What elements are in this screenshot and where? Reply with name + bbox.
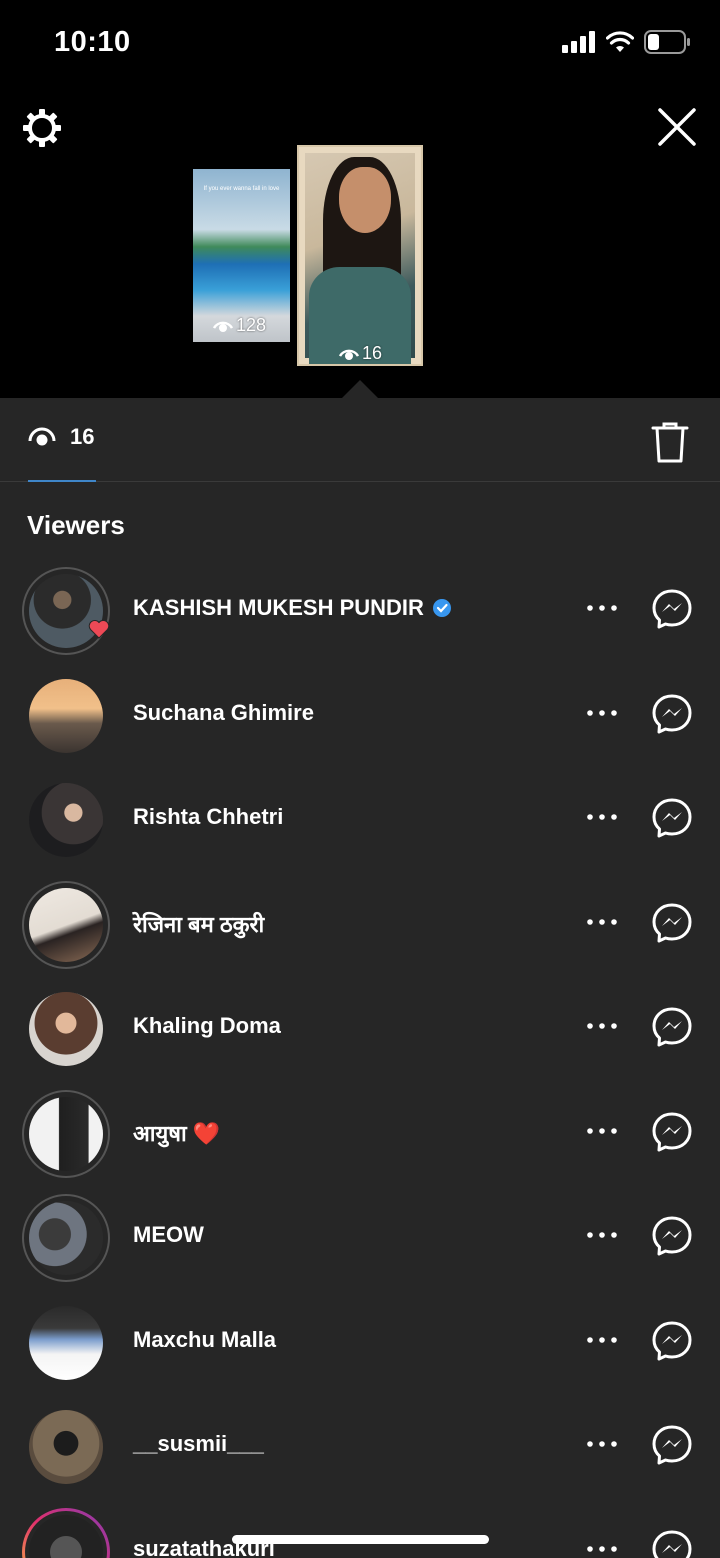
status-time: 10:10 [54, 26, 131, 58]
trash-icon[interactable] [650, 420, 690, 464]
messenger-icon[interactable] [651, 693, 693, 735]
viewer-name[interactable]: Suchana Ghimire [133, 700, 314, 726]
sheet-tab-row: 16 [0, 398, 720, 482]
messenger-icon[interactable] [651, 588, 693, 630]
viewer-name-text: __susmii___ [133, 1431, 264, 1456]
avatar[interactable] [22, 1089, 110, 1178]
viewer-name-text: Rishta Chhetri [133, 804, 284, 829]
more-options-icon[interactable] [586, 1121, 618, 1141]
avatar-image [29, 1096, 103, 1171]
messenger-icon[interactable] [651, 1111, 693, 1153]
avatar-image [29, 1305, 103, 1380]
avatar[interactable] [22, 1299, 110, 1387]
more-options-icon[interactable] [586, 1330, 618, 1350]
viewer-name-text: Khaling Doma [133, 1013, 281, 1038]
battery-icon [644, 30, 690, 54]
avatar-image [29, 678, 103, 753]
messenger-icon[interactable] [651, 1529, 693, 1558]
home-indicator[interactable] [232, 1535, 489, 1544]
viewers-sheet: 16 Viewers KASHISH MUKESH PUNDIR Suchana… [0, 398, 720, 1558]
avatar[interactable] [22, 1194, 110, 1282]
viewer-row[interactable]: Maxchu Malla [0, 1290, 720, 1395]
more-options-icon[interactable] [586, 912, 618, 932]
story-thumbnail-2-selected[interactable]: 16 [297, 145, 423, 366]
story-views-counter: 16 [339, 343, 382, 364]
avatar-image [29, 1514, 103, 1558]
eye-icon [339, 349, 359, 360]
viewer-row[interactable]: suzatathakuri [0, 1499, 720, 1558]
more-options-icon[interactable] [586, 703, 618, 723]
more-options-icon[interactable] [586, 1434, 618, 1454]
story-image-face [339, 167, 391, 233]
avatar[interactable] [22, 985, 110, 1073]
story-header: If you ever wanna fall in love 128 16 [0, 90, 720, 400]
more-options-icon[interactable] [586, 1016, 618, 1036]
viewer-name[interactable]: रेजिना बम ठकुरी [133, 909, 264, 939]
story-views-counter: 128 [213, 315, 266, 336]
more-options-icon[interactable] [586, 1539, 618, 1558]
selected-story-pointer [342, 380, 378, 398]
messenger-icon[interactable] [651, 1320, 693, 1362]
viewer-row[interactable]: MEOW [0, 1185, 720, 1290]
cellular-signal-icon [562, 31, 595, 53]
like-heart-icon [88, 620, 110, 639]
avatar[interactable] [22, 880, 110, 969]
messenger-icon[interactable] [651, 1215, 693, 1257]
story-views-count: 16 [362, 343, 383, 363]
more-options-icon[interactable] [586, 1225, 618, 1245]
viewer-row[interactable]: Khaling Doma [0, 976, 720, 1081]
avatar-image [29, 887, 103, 962]
eye-icon [28, 427, 56, 446]
tab-viewers[interactable]: 16 [28, 424, 94, 450]
avatar[interactable] [22, 567, 110, 655]
viewer-row[interactable]: Rishta Chhetri [0, 767, 720, 872]
viewer-name-text: Maxchu Malla [133, 1326, 277, 1352]
avatar[interactable] [22, 1403, 110, 1491]
close-icon[interactable] [656, 106, 698, 148]
messenger-icon[interactable] [651, 1424, 693, 1466]
viewer-row[interactable]: Suchana Ghimire [0, 663, 720, 768]
viewer-name-text: MEOW [133, 1222, 204, 1247]
viewer-name-text: Suchana Ghimire [133, 699, 314, 725]
viewer-row[interactable]: रेजिना बम ठकुरी [0, 872, 720, 977]
avatar-image [29, 1201, 103, 1275]
viewer-list: KASHISH MUKESH PUNDIR Suchana Ghimire Ri… [0, 558, 720, 1558]
viewer-name[interactable]: Khaling Doma [133, 1013, 281, 1039]
avatar[interactable] [22, 672, 110, 760]
story-views-count: 128 [236, 315, 267, 335]
messenger-icon[interactable] [651, 797, 693, 839]
avatar-image [29, 992, 103, 1066]
viewer-name[interactable]: KASHISH MUKESH PUNDIR [133, 595, 452, 621]
viewer-row[interactable]: KASHISH MUKESH PUNDIR [0, 558, 720, 663]
viewer-name[interactable]: Maxchu Malla [133, 1327, 276, 1353]
status-bar: 10:10 [0, 0, 720, 90]
status-icons [562, 30, 690, 54]
story-thumbnail-caption: If you ever wanna fall in love [203, 186, 280, 192]
viewers-section-title: Viewers [27, 510, 125, 540]
viewer-row[interactable]: __susmii___ [0, 1394, 720, 1499]
avatar-image [29, 1410, 103, 1484]
messenger-icon[interactable] [651, 902, 693, 944]
avatar-image [29, 783, 103, 857]
viewer-name[interactable]: Rishta Chhetri [133, 804, 283, 830]
more-options-icon[interactable] [586, 598, 618, 618]
viewer-name[interactable]: MEOW [133, 1222, 204, 1248]
viewer-name-text: KASHISH MUKESH PUNDIR [133, 595, 424, 620]
messenger-icon[interactable] [651, 1006, 693, 1048]
viewer-row[interactable]: आयुषा ❤️ [0, 1081, 720, 1186]
viewer-name-text: आयुषा ❤️ [133, 1120, 221, 1146]
avatar[interactable] [22, 1508, 110, 1558]
wifi-icon [606, 31, 634, 52]
tab-viewers-count: 16 [70, 424, 95, 449]
story-thumbnail-1[interactable]: If you ever wanna fall in love 128 [193, 169, 290, 342]
settings-gear-icon[interactable] [20, 106, 64, 150]
viewer-name[interactable]: आयुषा ❤️ [133, 1118, 220, 1148]
eye-icon [213, 321, 233, 332]
avatar[interactable] [22, 776, 110, 864]
active-tab-indicator [28, 480, 96, 482]
viewer-name-text: रेजिना बम ठकुरी [133, 911, 265, 937]
verified-badge-icon [432, 599, 451, 617]
more-options-icon[interactable] [586, 807, 618, 827]
viewer-name[interactable]: __susmii___ [133, 1431, 264, 1457]
